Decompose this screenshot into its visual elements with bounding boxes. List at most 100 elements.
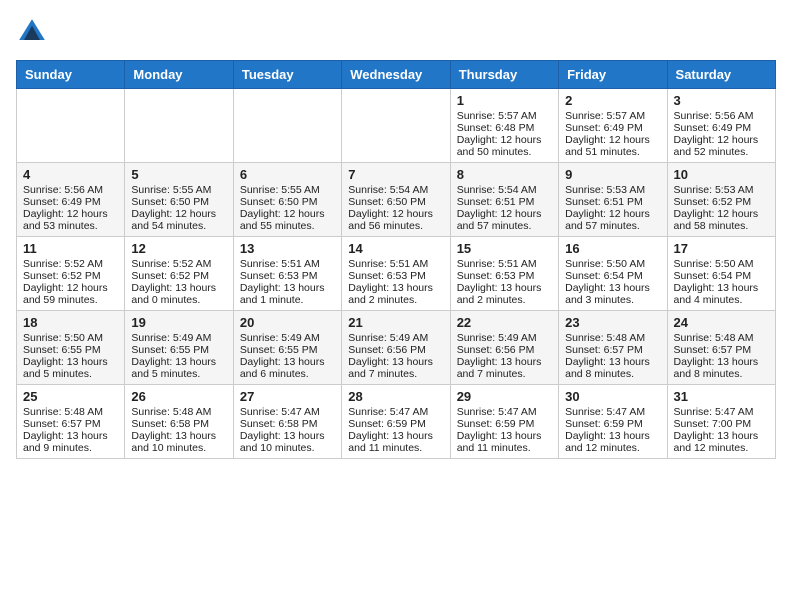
calendar-cell: 19Sunrise: 5:49 AMSunset: 6:55 PMDayligh…	[125, 311, 233, 385]
weekday-header-wednesday: Wednesday	[342, 61, 450, 89]
calendar-cell	[125, 89, 233, 163]
daylight-text: Daylight: 12 hours and 54 minutes.	[131, 208, 226, 232]
daylight-text: Daylight: 13 hours and 2 minutes.	[348, 282, 443, 306]
daylight-text: Daylight: 13 hours and 10 minutes.	[131, 430, 226, 454]
calendar-cell: 4Sunrise: 5:56 AMSunset: 6:49 PMDaylight…	[17, 163, 125, 237]
sunset-text: Sunset: 6:58 PM	[131, 418, 226, 430]
day-number: 12	[131, 241, 226, 256]
sunset-text: Sunset: 6:57 PM	[674, 344, 769, 356]
day-number: 25	[23, 389, 118, 404]
weekday-header-sunday: Sunday	[17, 61, 125, 89]
sunrise-text: Sunrise: 5:53 AM	[565, 184, 660, 196]
sunset-text: Sunset: 6:50 PM	[240, 196, 335, 208]
calendar-week-3: 11Sunrise: 5:52 AMSunset: 6:52 PMDayligh…	[17, 237, 776, 311]
day-number: 5	[131, 167, 226, 182]
sunrise-text: Sunrise: 5:54 AM	[348, 184, 443, 196]
daylight-text: Daylight: 13 hours and 10 minutes.	[240, 430, 335, 454]
daylight-text: Daylight: 12 hours and 57 minutes.	[457, 208, 552, 232]
calendar-cell: 31Sunrise: 5:47 AMSunset: 7:00 PMDayligh…	[667, 385, 775, 459]
sunrise-text: Sunrise: 5:48 AM	[674, 332, 769, 344]
calendar-cell	[233, 89, 341, 163]
calendar-cell	[342, 89, 450, 163]
calendar-cell: 30Sunrise: 5:47 AMSunset: 6:59 PMDayligh…	[559, 385, 667, 459]
daylight-text: Daylight: 13 hours and 11 minutes.	[457, 430, 552, 454]
daylight-text: Daylight: 12 hours and 51 minutes.	[565, 134, 660, 158]
sunset-text: Sunset: 6:59 PM	[457, 418, 552, 430]
day-number: 6	[240, 167, 335, 182]
daylight-text: Daylight: 13 hours and 12 minutes.	[674, 430, 769, 454]
day-number: 8	[457, 167, 552, 182]
calendar-cell: 18Sunrise: 5:50 AMSunset: 6:55 PMDayligh…	[17, 311, 125, 385]
sunrise-text: Sunrise: 5:49 AM	[348, 332, 443, 344]
daylight-text: Daylight: 13 hours and 0 minutes.	[131, 282, 226, 306]
sunrise-text: Sunrise: 5:51 AM	[240, 258, 335, 270]
calendar-cell: 2Sunrise: 5:57 AMSunset: 6:49 PMDaylight…	[559, 89, 667, 163]
day-number: 21	[348, 315, 443, 330]
day-number: 2	[565, 93, 660, 108]
calendar-cell: 6Sunrise: 5:55 AMSunset: 6:50 PMDaylight…	[233, 163, 341, 237]
day-number: 20	[240, 315, 335, 330]
day-number: 24	[674, 315, 769, 330]
sunrise-text: Sunrise: 5:50 AM	[565, 258, 660, 270]
calendar-week-2: 4Sunrise: 5:56 AMSunset: 6:49 PMDaylight…	[17, 163, 776, 237]
daylight-text: Daylight: 13 hours and 7 minutes.	[348, 356, 443, 380]
sunrise-text: Sunrise: 5:51 AM	[348, 258, 443, 270]
sunrise-text: Sunrise: 5:47 AM	[674, 406, 769, 418]
calendar-cell: 28Sunrise: 5:47 AMSunset: 6:59 PMDayligh…	[342, 385, 450, 459]
sunrise-text: Sunrise: 5:47 AM	[457, 406, 552, 418]
sunset-text: Sunset: 6:48 PM	[457, 122, 552, 134]
sunrise-text: Sunrise: 5:49 AM	[131, 332, 226, 344]
sunset-text: Sunset: 7:00 PM	[674, 418, 769, 430]
sunset-text: Sunset: 6:53 PM	[348, 270, 443, 282]
sunset-text: Sunset: 6:49 PM	[565, 122, 660, 134]
daylight-text: Daylight: 12 hours and 52 minutes.	[674, 134, 769, 158]
day-number: 17	[674, 241, 769, 256]
day-number: 19	[131, 315, 226, 330]
sunset-text: Sunset: 6:52 PM	[23, 270, 118, 282]
calendar-cell	[17, 89, 125, 163]
calendar-cell: 15Sunrise: 5:51 AMSunset: 6:53 PMDayligh…	[450, 237, 558, 311]
day-number: 30	[565, 389, 660, 404]
calendar-cell: 11Sunrise: 5:52 AMSunset: 6:52 PMDayligh…	[17, 237, 125, 311]
sunrise-text: Sunrise: 5:50 AM	[23, 332, 118, 344]
sunset-text: Sunset: 6:52 PM	[131, 270, 226, 282]
weekday-header-row: SundayMondayTuesdayWednesdayThursdayFrid…	[17, 61, 776, 89]
sunrise-text: Sunrise: 5:48 AM	[131, 406, 226, 418]
sunset-text: Sunset: 6:55 PM	[131, 344, 226, 356]
sunset-text: Sunset: 6:59 PM	[348, 418, 443, 430]
sunrise-text: Sunrise: 5:49 AM	[240, 332, 335, 344]
daylight-text: Daylight: 13 hours and 8 minutes.	[565, 356, 660, 380]
weekday-header-tuesday: Tuesday	[233, 61, 341, 89]
sunrise-text: Sunrise: 5:53 AM	[674, 184, 769, 196]
daylight-text: Daylight: 13 hours and 2 minutes.	[457, 282, 552, 306]
sunrise-text: Sunrise: 5:55 AM	[240, 184, 335, 196]
daylight-text: Daylight: 12 hours and 50 minutes.	[457, 134, 552, 158]
daylight-text: Daylight: 13 hours and 9 minutes.	[23, 430, 118, 454]
daylight-text: Daylight: 13 hours and 11 minutes.	[348, 430, 443, 454]
sunrise-text: Sunrise: 5:52 AM	[23, 258, 118, 270]
sunrise-text: Sunrise: 5:47 AM	[240, 406, 335, 418]
calendar-cell: 23Sunrise: 5:48 AMSunset: 6:57 PMDayligh…	[559, 311, 667, 385]
calendar-cell: 9Sunrise: 5:53 AMSunset: 6:51 PMDaylight…	[559, 163, 667, 237]
logo-icon	[16, 16, 48, 48]
daylight-text: Daylight: 12 hours and 57 minutes.	[565, 208, 660, 232]
sunset-text: Sunset: 6:53 PM	[457, 270, 552, 282]
calendar-cell: 14Sunrise: 5:51 AMSunset: 6:53 PMDayligh…	[342, 237, 450, 311]
daylight-text: Daylight: 12 hours and 59 minutes.	[23, 282, 118, 306]
sunrise-text: Sunrise: 5:50 AM	[674, 258, 769, 270]
daylight-text: Daylight: 13 hours and 12 minutes.	[565, 430, 660, 454]
sunset-text: Sunset: 6:56 PM	[457, 344, 552, 356]
weekday-header-saturday: Saturday	[667, 61, 775, 89]
sunset-text: Sunset: 6:50 PM	[131, 196, 226, 208]
day-number: 3	[674, 93, 769, 108]
daylight-text: Daylight: 13 hours and 4 minutes.	[674, 282, 769, 306]
calendar-cell: 13Sunrise: 5:51 AMSunset: 6:53 PMDayligh…	[233, 237, 341, 311]
calendar-week-4: 18Sunrise: 5:50 AMSunset: 6:55 PMDayligh…	[17, 311, 776, 385]
day-number: 7	[348, 167, 443, 182]
daylight-text: Daylight: 12 hours and 58 minutes.	[674, 208, 769, 232]
daylight-text: Daylight: 12 hours and 53 minutes.	[23, 208, 118, 232]
day-number: 1	[457, 93, 552, 108]
sunset-text: Sunset: 6:54 PM	[565, 270, 660, 282]
calendar-cell: 17Sunrise: 5:50 AMSunset: 6:54 PMDayligh…	[667, 237, 775, 311]
day-number: 15	[457, 241, 552, 256]
